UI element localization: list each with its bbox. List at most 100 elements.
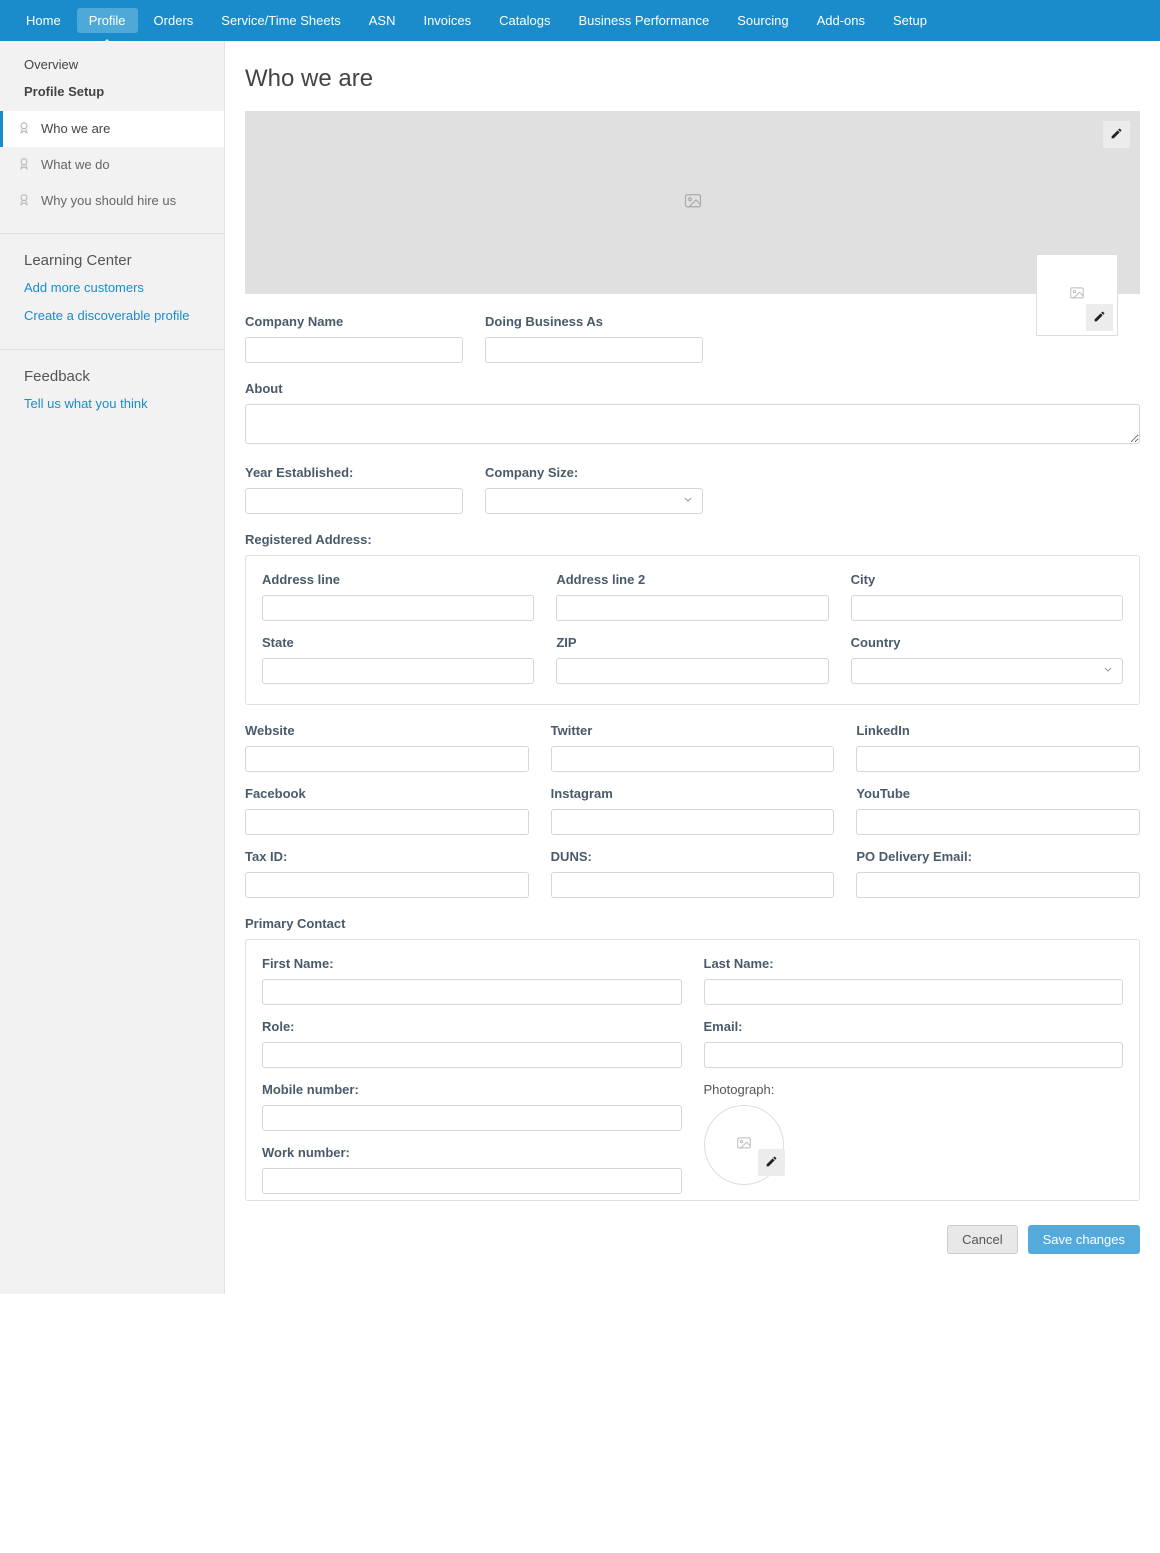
label-role: Role: (262, 1019, 682, 1034)
state-input[interactable] (262, 658, 534, 684)
facebook-input[interactable] (245, 809, 529, 835)
label-linkedin: LinkedIn (856, 723, 1140, 738)
label-state: State (262, 635, 534, 650)
label-dba: Doing Business As (485, 314, 703, 329)
badge-icon (17, 192, 31, 210)
nav-sourcing[interactable]: Sourcing (723, 3, 802, 38)
image-placeholder-icon (1068, 286, 1086, 304)
link-create-discoverable-profile[interactable]: Create a discoverable profile (24, 307, 200, 325)
sidebar: Overview Profile Setup Who we are What w… (0, 41, 225, 1294)
label-address-line-2: Address line 2 (556, 572, 828, 587)
label-primary-contact: Primary Contact (245, 916, 1140, 931)
country-select[interactable] (851, 658, 1123, 684)
label-zip: ZIP (556, 635, 828, 650)
label-mobile: Mobile number: (262, 1082, 682, 1097)
nav-orders[interactable]: Orders (140, 3, 208, 38)
first-name-input[interactable] (262, 979, 682, 1005)
nav-setup[interactable]: Setup (879, 3, 941, 38)
sidebar-overview[interactable]: Overview (24, 57, 200, 72)
label-photograph: Photograph: (704, 1082, 1124, 1097)
chevron-down-icon (682, 494, 694, 509)
edit-banner-button[interactable] (1103, 121, 1130, 148)
label-year-established: Year Established: (245, 465, 463, 480)
primary-contact-group: First Name: Last Name: Role: Email: Mobi… (245, 939, 1140, 1201)
pencil-icon (1110, 127, 1123, 143)
email-input[interactable] (704, 1042, 1124, 1068)
registered-address-group: Address line Address line 2 City State (245, 555, 1140, 705)
po-email-input[interactable] (856, 872, 1140, 898)
last-name-input[interactable] (704, 979, 1124, 1005)
pencil-icon (765, 1155, 778, 1171)
instagram-input[interactable] (551, 809, 835, 835)
label-work: Work number: (262, 1145, 682, 1160)
sidebar-item-label: Why you should hire us (41, 192, 210, 210)
label-last-name: Last Name: (704, 956, 1124, 971)
sidebar-item-what-we-do[interactable]: What we do (0, 147, 224, 183)
sidebar-profile-setup[interactable]: Profile Setup (24, 84, 200, 99)
main-content: Who we are (225, 41, 1160, 1294)
address-line-input[interactable] (262, 595, 534, 621)
label-registered-address: Registered Address: (245, 532, 1140, 547)
label-address-line: Address line (262, 572, 534, 587)
label-company-name: Company Name (245, 314, 463, 329)
label-twitter: Twitter (551, 723, 835, 738)
nav-invoices[interactable]: Invoices (409, 3, 485, 38)
label-country: Country (851, 635, 1123, 650)
youtube-input[interactable] (856, 809, 1140, 835)
nav-home[interactable]: Home (12, 3, 75, 38)
year-established-input[interactable] (245, 488, 463, 514)
cancel-button[interactable]: Cancel (947, 1225, 1017, 1254)
link-add-more-customers[interactable]: Add more customers (24, 279, 200, 297)
pencil-icon (1093, 310, 1106, 326)
work-input[interactable] (262, 1168, 682, 1194)
link-tell-us-what-you-think[interactable]: Tell us what you think (24, 395, 200, 413)
nav-add-ons[interactable]: Add-ons (803, 3, 879, 38)
zip-input[interactable] (556, 658, 828, 684)
edit-photo-button[interactable] (758, 1149, 785, 1176)
learning-center-title: Learning Center (24, 252, 200, 269)
badge-icon (17, 120, 31, 138)
dba-input[interactable] (485, 337, 703, 363)
city-input[interactable] (851, 595, 1123, 621)
website-input[interactable] (245, 746, 529, 772)
label-company-size: Company Size: (485, 465, 703, 480)
logo-image-area (1036, 254, 1118, 336)
image-placeholder-icon (682, 192, 704, 213)
mobile-input[interactable] (262, 1105, 682, 1131)
twitter-input[interactable] (551, 746, 835, 772)
label-first-name: First Name: (262, 956, 682, 971)
label-about: About (245, 381, 1140, 396)
sidebar-item-label: What we do (41, 156, 210, 174)
label-facebook: Facebook (245, 786, 529, 801)
label-city: City (851, 572, 1123, 587)
tax-id-input[interactable] (245, 872, 529, 898)
label-email: Email: (704, 1019, 1124, 1034)
label-tax-id: Tax ID: (245, 849, 529, 864)
label-duns: DUNS: (551, 849, 835, 864)
chevron-down-icon (1102, 664, 1114, 679)
nav-asn[interactable]: ASN (355, 3, 410, 38)
role-input[interactable] (262, 1042, 682, 1068)
form-actions: Cancel Save changes (245, 1225, 1140, 1254)
company-size-select[interactable] (485, 488, 703, 514)
sidebar-item-who-we-are[interactable]: Who we are (0, 111, 224, 147)
address-line-2-input[interactable] (556, 595, 828, 621)
image-placeholder-icon (735, 1136, 753, 1154)
company-name-input[interactable] (245, 337, 463, 363)
nav-business-performance[interactable]: Business Performance (564, 3, 723, 38)
nav-service-time-sheets[interactable]: Service/Time Sheets (207, 3, 354, 38)
badge-icon (17, 156, 31, 174)
linkedin-input[interactable] (856, 746, 1140, 772)
edit-logo-button[interactable] (1086, 304, 1113, 331)
sidebar-item-why-hire-us[interactable]: Why you should hire us (0, 183, 224, 219)
save-changes-button[interactable]: Save changes (1028, 1225, 1140, 1254)
contact-photo-area (704, 1105, 784, 1185)
duns-input[interactable] (551, 872, 835, 898)
banner-image-area (245, 111, 1140, 294)
sidebar-item-label: Who we are (41, 120, 210, 138)
label-instagram: Instagram (551, 786, 835, 801)
about-input[interactable] (245, 404, 1140, 444)
nav-profile[interactable]: Profile (77, 8, 138, 33)
label-website: Website (245, 723, 529, 738)
nav-catalogs[interactable]: Catalogs (485, 3, 564, 38)
